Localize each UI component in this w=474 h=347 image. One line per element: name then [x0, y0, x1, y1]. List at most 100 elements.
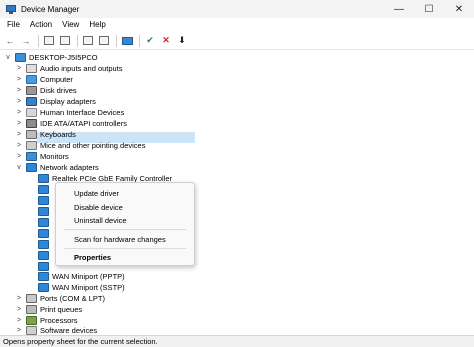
tree-item-label: Disk drives — [40, 86, 77, 95]
tree-device-selected[interactable] — [35, 184, 52, 195]
printer-icon — [26, 305, 37, 314]
toolbar-separator — [38, 34, 39, 47]
menu-update-driver[interactable]: Update driver — [74, 189, 119, 199]
action-pane-icon[interactable] — [97, 34, 111, 48]
toolbar-separator — [139, 34, 140, 47]
tree-item-label: Keyboards — [40, 130, 76, 139]
uninstall-device-icon[interactable]: ✕ — [159, 34, 173, 48]
tree-item-label: Human Interface Devices — [40, 108, 125, 117]
expand-chevron-icon[interactable]: > — [15, 295, 23, 302]
status-text: Opens property sheet for the current sel… — [3, 337, 158, 346]
help-icon[interactable] — [81, 34, 95, 48]
menu-view[interactable]: View — [57, 18, 84, 32]
tree-device-wan-pptp[interactable]: WAN Miniport (PPTP) — [35, 271, 125, 282]
tree-item-computer[interactable]: > Computer — [15, 74, 73, 85]
mouse-icon — [26, 141, 37, 150]
expand-chevron-icon[interactable]: > — [15, 120, 23, 127]
tree-device-label: WAN Miniport (PPTP) — [52, 272, 125, 281]
forward-arrow-icon[interactable]: → — [19, 34, 33, 48]
scan-hardware-icon[interactable] — [120, 34, 134, 48]
collapse-chevron-icon[interactable]: v — [4, 54, 12, 61]
tree-root[interactable]: v DESKTOP-J5I5PCO — [4, 52, 98, 63]
menu-properties[interactable]: Properties — [74, 253, 111, 263]
tree-device-wan-sstp[interactable]: WAN Miniport (SSTP) — [35, 282, 125, 293]
tree-item-label: Display adapters — [40, 97, 96, 106]
expand-chevron-icon[interactable]: > — [15, 98, 23, 105]
tree-item-network-adapters[interactable]: v Network adapters — [15, 162, 99, 173]
expand-chevron-icon[interactable]: > — [15, 306, 23, 313]
device-manager-icon — [6, 4, 16, 14]
tree-device[interactable] — [35, 250, 52, 261]
maximize-button[interactable]: ☐ — [414, 0, 444, 18]
network-adapter-icon — [38, 229, 49, 238]
tree-item-label: Print queues — [40, 305, 83, 314]
close-button[interactable]: ✕ — [444, 0, 474, 18]
update-driver-icon[interactable]: ⬇ — [175, 34, 189, 48]
monitor-icon — [26, 152, 37, 161]
tree-item-disk-drives[interactable]: > Disk drives — [15, 85, 77, 96]
tree-item-hid[interactable]: > Human Interface Devices — [15, 107, 124, 118]
expand-chevron-icon[interactable]: > — [15, 87, 23, 94]
expand-chevron-icon[interactable]: > — [15, 76, 23, 83]
tree-root-label: DESKTOP-J5I5PCO — [29, 53, 98, 62]
tree-item-software-devices[interactable]: > Software devices — [15, 325, 97, 335]
tree-device[interactable] — [35, 239, 52, 250]
menu-action[interactable]: Action — [25, 18, 57, 32]
context-menu: Update driver Disable device Uninstall d… — [55, 182, 195, 266]
tree-item-monitors[interactable]: > Monitors — [15, 151, 69, 162]
speaker-icon — [26, 64, 37, 73]
enable-device-icon[interactable]: ✔ — [143, 34, 157, 48]
network-adapter-icon — [38, 240, 49, 249]
tree-device[interactable] — [35, 195, 52, 206]
toolbar: ← → ✔ ✕ ⬇ — [0, 32, 474, 50]
minimize-button[interactable]: — — [384, 0, 414, 18]
show-hide-console-tree-icon[interactable] — [42, 34, 56, 48]
network-adapter-icon — [38, 272, 49, 281]
tree-device[interactable] — [35, 206, 52, 217]
tree-device-label: WAN Miniport (SSTP) — [52, 283, 125, 292]
display-adapter-icon — [26, 97, 37, 106]
tree-item-ports[interactable]: > Ports (COM & LPT) — [15, 293, 105, 304]
tree-item-label: Software devices — [40, 325, 98, 335]
tree-item-label: Ports (COM & LPT) — [40, 294, 106, 303]
menu-scan-hardware[interactable]: Scan for hardware changes — [74, 235, 166, 245]
tree-item-display-adapters[interactable]: > Display adapters — [15, 96, 96, 107]
window-title: Device Manager — [21, 4, 80, 14]
properties-icon[interactable] — [58, 34, 72, 48]
menu-help[interactable]: Help — [84, 18, 110, 32]
back-arrow-icon[interactable]: ← — [3, 34, 17, 48]
expand-chevron-icon[interactable]: > — [15, 142, 23, 149]
menu-disable-device[interactable]: Disable device — [74, 203, 123, 213]
tree-item-audio[interactable]: > Audio inputs and outputs — [15, 63, 123, 74]
network-adapter-icon — [38, 174, 49, 183]
tree-item-label: IDE ATA/ATAPI controllers — [40, 119, 127, 128]
keyboard-icon — [26, 130, 37, 139]
collapse-chevron-icon[interactable]: v — [15, 164, 23, 171]
expand-chevron-icon[interactable]: > — [15, 65, 23, 72]
toolbar-separator — [77, 34, 78, 47]
software-device-icon — [26, 325, 37, 335]
menu-bar: File Action View Help — [0, 18, 474, 32]
tree-item-mice[interactable]: > Mice and other pointing devices — [15, 140, 145, 151]
expand-chevron-icon[interactable]: > — [15, 109, 23, 116]
tree-item-print-queues[interactable]: > Print queues — [15, 304, 82, 315]
toolbar-separator — [116, 34, 117, 47]
menu-file[interactable]: File — [2, 18, 25, 32]
title-bar: Device Manager — ☐ ✕ — [0, 0, 474, 18]
network-adapter-icon — [38, 185, 49, 194]
tree-device[interactable] — [35, 217, 52, 228]
tree-item-keyboards[interactable]: > Keyboards — [15, 129, 76, 140]
tree-item-label: Audio inputs and outputs — [40, 64, 123, 73]
expand-chevron-icon[interactable]: > — [15, 327, 23, 334]
expand-chevron-icon[interactable]: > — [15, 153, 23, 160]
expand-chevron-icon[interactable]: > — [15, 131, 23, 138]
tree-device[interactable] — [35, 228, 52, 239]
tree-item-ide[interactable]: > IDE ATA/ATAPI controllers — [15, 118, 127, 129]
network-adapter-icon — [38, 207, 49, 216]
hid-icon — [26, 108, 37, 117]
menu-uninstall-device[interactable]: Uninstall device — [74, 216, 127, 226]
port-icon — [26, 294, 37, 303]
network-adapter-icon — [38, 283, 49, 292]
network-adapter-icon — [38, 218, 49, 227]
expand-chevron-icon[interactable]: > — [15, 317, 23, 324]
